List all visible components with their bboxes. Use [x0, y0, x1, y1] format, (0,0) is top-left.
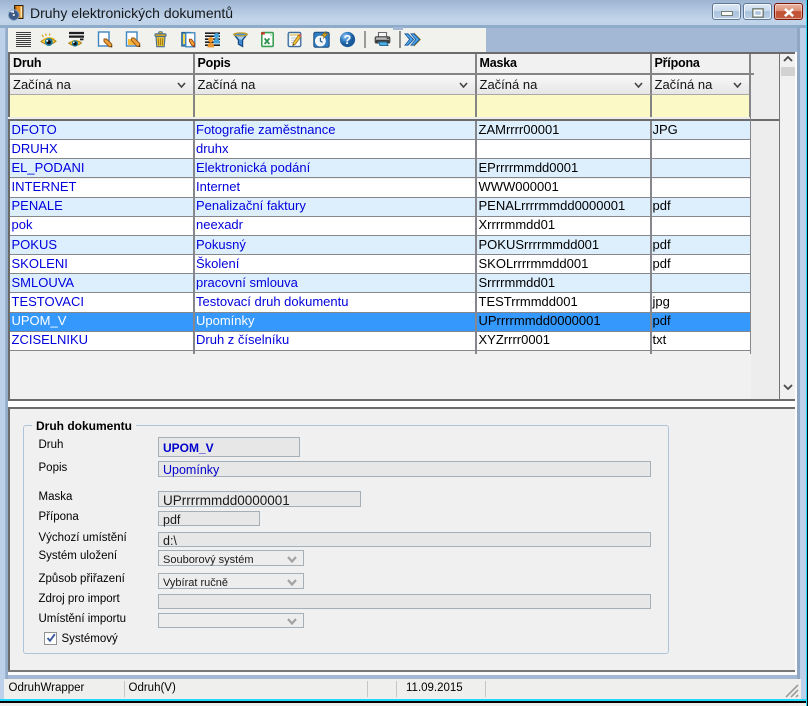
svg-text:?: ?: [343, 33, 351, 47]
